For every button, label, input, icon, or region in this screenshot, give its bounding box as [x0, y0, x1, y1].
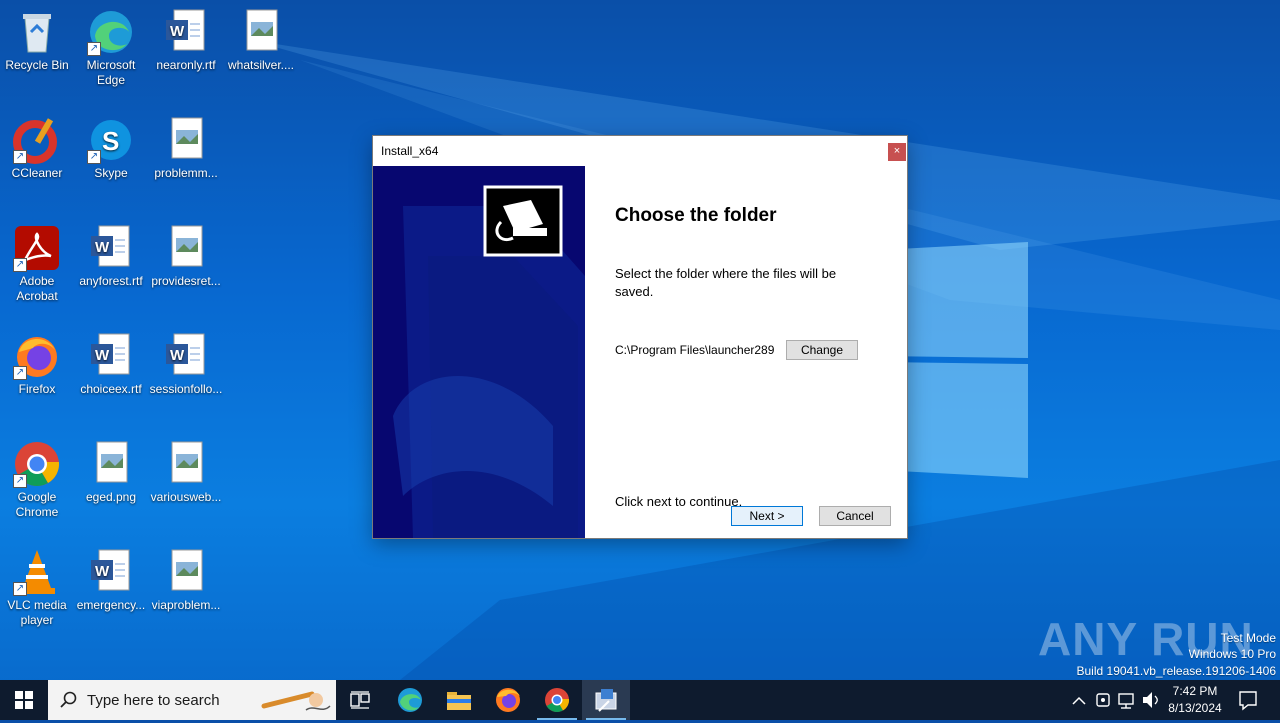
installer-icon — [595, 689, 617, 712]
svg-text:W: W — [170, 23, 185, 40]
folder-icon — [447, 692, 471, 710]
image-file-icon — [237, 8, 285, 56]
clock-date: 8/13/2024 — [1168, 701, 1222, 715]
desktop-icon-providesret[interactable]: providesret... — [149, 216, 223, 289]
ccleaner-icon: ↗ — [13, 116, 61, 164]
close-button[interactable]: × — [888, 143, 906, 161]
change-folder-button[interactable]: Change — [786, 340, 858, 360]
start-button[interactable] — [0, 680, 48, 720]
desktop-icon-eged-png[interactable]: eged.png — [74, 432, 148, 505]
speaker-icon — [1143, 692, 1158, 708]
notification-icon — [1239, 691, 1257, 711]
task-view-button[interactable] — [336, 680, 384, 720]
task-view-icon — [350, 691, 370, 709]
image-file-icon — [162, 440, 210, 488]
cancel-button[interactable]: Cancel — [819, 506, 891, 526]
network-icon — [1118, 693, 1134, 709]
desktop-icon-problemm[interactable]: problemm... — [149, 108, 223, 181]
desktop-icon-emergency[interactable]: W emergency... — [74, 540, 148, 613]
device-icon — [1096, 693, 1110, 707]
install-path-text: C:\Program Files\launcher289 — [615, 343, 775, 357]
taskbar-firefox-button[interactable] — [484, 680, 532, 720]
desktop-icon-recycle-bin[interactable]: Recycle Bin — [0, 0, 74, 73]
edge-icon — [398, 688, 422, 712]
image-file-icon — [87, 440, 135, 488]
dialog-heading: Choose the folder — [615, 205, 777, 226]
installer-dialog: Install_x64 × Choose the folder Select t… — [373, 136, 907, 538]
windows-start-icon — [15, 691, 33, 709]
recycle-bin-icon — [13, 8, 61, 56]
taskbar-chrome-button[interactable] — [533, 680, 581, 720]
continue-text: Click next to continue. — [615, 494, 743, 509]
svg-text:W: W — [95, 347, 110, 364]
desktop-icon-vlc[interactable]: ↗ VLC media player — [0, 540, 74, 628]
svg-text:W: W — [95, 563, 110, 580]
word-document-icon: W — [162, 8, 210, 56]
desktop-icon-firefox[interactable]: ↗ Firefox — [0, 324, 74, 397]
dialog-titlebar[interactable]: Install_x64 × — [373, 136, 907, 166]
word-document-icon: W — [162, 332, 210, 380]
search-placeholder: Type here to search — [87, 692, 220, 709]
build-text: Build 19041.vb_release.191206-1406 — [1076, 664, 1277, 678]
chrome-icon — [545, 688, 570, 713]
desktop-icon-variousweb[interactable]: variousweb... — [149, 432, 223, 505]
tray-volume-button[interactable] — [1140, 680, 1162, 720]
dialog-title: Install_x64 — [381, 144, 439, 158]
desktop-icon-whatsilver[interactable]: whatsilver.... — [224, 0, 298, 73]
word-document-icon: W — [87, 548, 135, 596]
desktop-icon-nearonly-rtf[interactable]: W nearonly.rtf — [149, 0, 223, 73]
image-file-icon — [162, 224, 210, 272]
acrobat-icon: ↗ — [13, 224, 61, 272]
tray-overflow-button[interactable] — [1068, 680, 1090, 720]
tray-network-button[interactable] — [1116, 680, 1138, 720]
tray-device-button[interactable] — [1092, 680, 1114, 720]
search-icon — [60, 691, 77, 708]
search-highlight-illustration — [261, 691, 331, 711]
image-file-icon — [162, 548, 210, 596]
firefox-icon: ↗ — [13, 332, 61, 380]
dialog-description: Select the folder where the files will b… — [615, 266, 837, 299]
vlc-cone-icon: ↗ — [13, 548, 61, 596]
desktop-icon-ccleaner[interactable]: ↗ CCleaner — [0, 108, 74, 181]
svg-text:W: W — [170, 347, 185, 364]
desktop-icon-viaproblem[interactable]: viaproblem... — [149, 540, 223, 613]
action-center-button[interactable] — [1234, 680, 1262, 720]
windows-edition-text: Windows 10 Pro — [1188, 647, 1276, 661]
desktop-icon-skype[interactable]: S ↗ Skype — [74, 108, 148, 181]
desktop-icon-choiceex-rtf[interactable]: W choiceex.rtf — [74, 324, 148, 397]
taskbar-file-explorer-button[interactable] — [435, 680, 483, 720]
desktop-icon-adobe-acrobat[interactable]: ↗ Adobe Acrobat — [0, 216, 74, 304]
desktop-icon-anyforest-rtf[interactable]: W anyforest.rtf — [74, 216, 148, 289]
desktop-icon-google-chrome[interactable]: ↗ Google Chrome — [0, 432, 74, 520]
next-button[interactable]: Next > — [731, 506, 803, 526]
test-mode-text: Test Mode — [1220, 631, 1276, 645]
clock-time: 7:42 PM — [1172, 684, 1218, 698]
taskbar-installer-button[interactable] — [582, 680, 630, 720]
desktop-icon-sessionfollo[interactable]: W sessionfollo... — [149, 324, 223, 397]
word-document-icon: W — [87, 332, 135, 380]
svg-text:W: W — [95, 239, 110, 256]
svg-text:S: S — [102, 126, 119, 156]
desktop-icon-microsoft-edge[interactable]: ↗ Microsoft Edge — [74, 0, 148, 88]
chevron-up-icon — [1072, 696, 1086, 705]
chrome-icon: ↗ — [13, 440, 61, 488]
taskbar-edge-button[interactable] — [386, 680, 434, 720]
taskbar-clock[interactable]: 7:42 PM 8/13/2024 — [1160, 683, 1230, 717]
image-file-icon — [162, 116, 210, 164]
skype-icon: S ↗ — [87, 116, 135, 164]
word-document-icon: W — [87, 224, 135, 272]
taskbar: Type here to search 7:42 PM 8/13/2024 — [0, 680, 1280, 720]
installer-side-banner — [373, 166, 585, 538]
firefox-icon — [496, 688, 520, 712]
edge-icon: ↗ — [87, 8, 135, 56]
taskbar-search-box[interactable]: Type here to search — [48, 680, 336, 720]
dialog-content: Choose the folder Select the folder wher… — [615, 166, 907, 538]
